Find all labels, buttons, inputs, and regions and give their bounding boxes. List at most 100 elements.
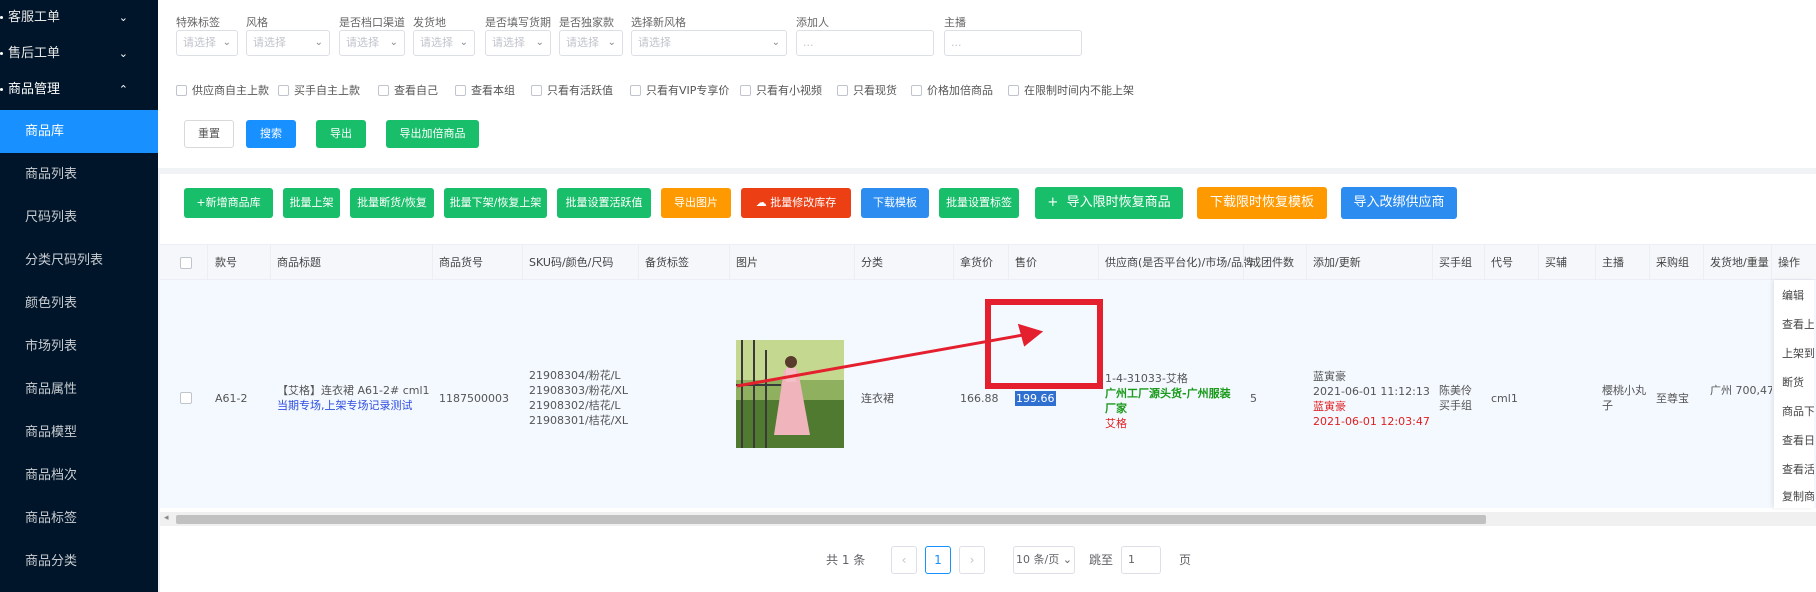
sidebar-item-size-list[interactable]: 尺码列表 [0,196,158,239]
sidebar-item-product-library[interactable]: 商品库 [0,110,158,153]
stall-channel-select[interactable]: 请选择 ⌄ [339,30,405,56]
sidebar-group-label: 售后工单 [8,46,61,61]
checkbox-time-restricted[interactable]: 在限制时间内不能上架 [1008,82,1134,98]
chevron-down-icon: ⌄ [314,37,323,48]
next-page-button[interactable]: › [959,546,985,574]
sidebar-item-color-list[interactable]: 颜色列表 [0,282,158,325]
op-edit[interactable]: 编辑 [1782,288,1804,303]
page-1-button[interactable]: 1 [925,546,951,574]
checkbox-supplier-self-listed[interactable]: 供应商自主上款 [176,82,269,98]
sidebar: 客服工单 ⌄ 售后工单 ⌄ 商品管理 ⌃ 商品库 商品列表 尺码列表 分类尺码列… [0,0,158,592]
checkbox-in-stock[interactable]: 只看现货 [837,82,897,98]
chevron-down-icon: ⌄ [118,11,128,24]
op-view-log[interactable]: 查看日 [1782,433,1814,448]
checkbox-view-own[interactable]: 查看自己 [378,82,438,98]
goto-page-input[interactable]: 1 [1121,546,1161,574]
annotation-highlight-box [985,299,1103,389]
sidebar-group-service[interactable]: 客服工单 ⌄ [0,0,158,36]
export-double-button[interactable]: 导出加倍商品 [386,120,479,148]
sidebar-item-product-model[interactable]: 商品模型 [0,411,158,454]
chevron-down-icon: ⌄ [1062,553,1072,566]
exclusive-select[interactable]: 请选择 ⌄ [559,30,623,56]
checkbox-double-price[interactable]: 价格加倍商品 [911,82,993,98]
filter-label-streamer: 主播 [944,16,966,29]
added-by-input[interactable]: ... [796,30,934,56]
sidebar-item-market-list[interactable]: 市场列表 [0,325,158,368]
op-copy[interactable]: 复制商 [1782,489,1814,504]
operations-cell: 编辑 查看上 上架到 断货 商品下 查看日 查看活 复制商 [1774,280,1814,508]
sidebar-item-product-tags[interactable]: 商品标签 [0,497,158,540]
col-buyer-assistant[interactable]: 买辅 [1545,245,1567,281]
op-view-activity[interactable]: 查看活 [1782,462,1814,477]
sidebar-item-product-category[interactable]: 商品分类 [0,540,158,583]
bullet-icon [0,16,3,19]
col-buyer-group[interactable]: 买手组 [1439,245,1472,281]
new-style-select[interactable]: 请选择 ⌄ [631,30,787,56]
page-size-select[interactable]: 10 条/页 ⌄ [1013,546,1075,574]
purchase-group-cell: 至尊宝 [1656,392,1689,405]
col-streamer[interactable]: 主播 [1602,245,1624,281]
filter-label-new-style: 选择新风格 [631,16,686,29]
page-unit-label: 页 [1179,553,1192,567]
checkbox-view-group[interactable]: 查看本组 [455,82,515,98]
sidebar-item-category-size-list[interactable]: 分类尺码列表 [0,239,158,282]
streamer-input[interactable]: ... [944,30,1082,56]
annotation-arrow-line [736,330,1041,388]
sidebar-group-label: 商品管理 [8,82,61,97]
scroll-left-icon[interactable]: ◂ [164,513,169,523]
op-out-of-stock[interactable]: 断货 [1782,375,1804,390]
streamer-cell: 樱桃小丸子 [1602,384,1646,412]
chevron-down-icon: ⌄ [535,37,544,48]
filter-label-style: 风格 [246,16,268,29]
chevron-down-icon: ⌄ [771,37,780,48]
filter-panel: 特殊标签 风格 是否档口渠道 发货地 是否填写货期 是否独家款 选择新风格 添加… [158,0,1816,168]
total-count: 共 1 条 [826,553,866,567]
ship-from-select[interactable]: 请选择 ⌄ [413,30,475,56]
sidebar-group-label: 客服工单 [8,10,61,25]
chevron-down-icon: ⌄ [118,47,128,60]
annotation-arrow-head [1017,323,1044,347]
filter-label-added-by: 添加人 [796,16,829,29]
col-ship-weight[interactable]: 发货地/重量 [1710,245,1769,281]
sidebar-item-product-grade[interactable]: 商品档次 [0,454,158,497]
scrollbar-thumb[interactable] [176,515,1486,524]
filter-label-stall-channel: 是否档口渠道 [339,16,405,29]
checkbox-buyer-self-listed[interactable]: 买手自主上款 [278,82,360,98]
checkbox-active-value[interactable]: 只看有活跃值 [531,82,613,98]
lead-time-select[interactable]: 请选择 ⌄ [485,30,551,56]
chevron-down-icon: ⌄ [222,37,231,48]
checkbox-vip-price[interactable]: 只看有VIP专享价 [630,82,729,98]
export-button[interactable]: 导出 [316,120,366,148]
product-table-panel: +新增商品库 批量上架 批量断货/恢复 批量下架/恢复上架 批量设置活跃值 导出… [160,174,1816,592]
op-list-to[interactable]: 上架到 [1782,346,1814,361]
sidebar-group-products[interactable]: 商品管理 ⌃ [0,72,158,108]
bullet-icon [0,88,3,91]
op-view-listing[interactable]: 查看上 [1782,317,1814,332]
style-select[interactable]: 请选择 ⌄ [246,30,330,56]
col-code[interactable]: 代号 [1491,245,1513,281]
filter-label-exclusive: 是否独家款 [559,16,614,29]
code-cell: cml1 [1491,392,1518,405]
pagination: 共 1 条 ‹ 1 › 10 条/页 ⌄ 跳至 1 页 [160,546,1816,576]
goto-label: 跳至 [1089,553,1114,567]
sidebar-item-product-attributes[interactable]: 商品属性 [0,368,158,411]
buyer-group-cell: 陈美伶买手组 [1439,384,1472,412]
horizontal-scrollbar[interactable]: ◂ [160,512,1816,526]
col-purchase-group[interactable]: 采购组 [1656,245,1689,281]
prev-page-button[interactable]: ‹ [891,546,917,574]
filter-label-ship-from: 发货地 [413,16,446,29]
search-button[interactable]: 搜索 [246,120,296,148]
annotation-overlay [736,299,1103,389]
main-content: 特殊标签 风格 是否档口渠道 发货地 是否填写货期 是否独家款 选择新风格 添加… [158,0,1816,592]
special-tag-select[interactable]: 请选择 ⌄ [176,30,238,56]
bullet-icon [0,52,3,55]
chevron-down-icon: ⌄ [389,37,398,48]
sidebar-item-product-list[interactable]: 商品列表 [0,153,158,196]
chevron-up-icon: ⌃ [118,83,128,96]
filter-label-special-tag: 特殊标签 [176,16,220,29]
chevron-down-icon: ⌄ [607,37,616,48]
checkbox-short-video[interactable]: 只看有小视频 [740,82,822,98]
op-delist[interactable]: 商品下 [1782,404,1814,419]
sidebar-group-aftersale[interactable]: 售后工单 ⌄ [0,36,158,72]
reset-button[interactable]: 重置 [184,120,234,148]
